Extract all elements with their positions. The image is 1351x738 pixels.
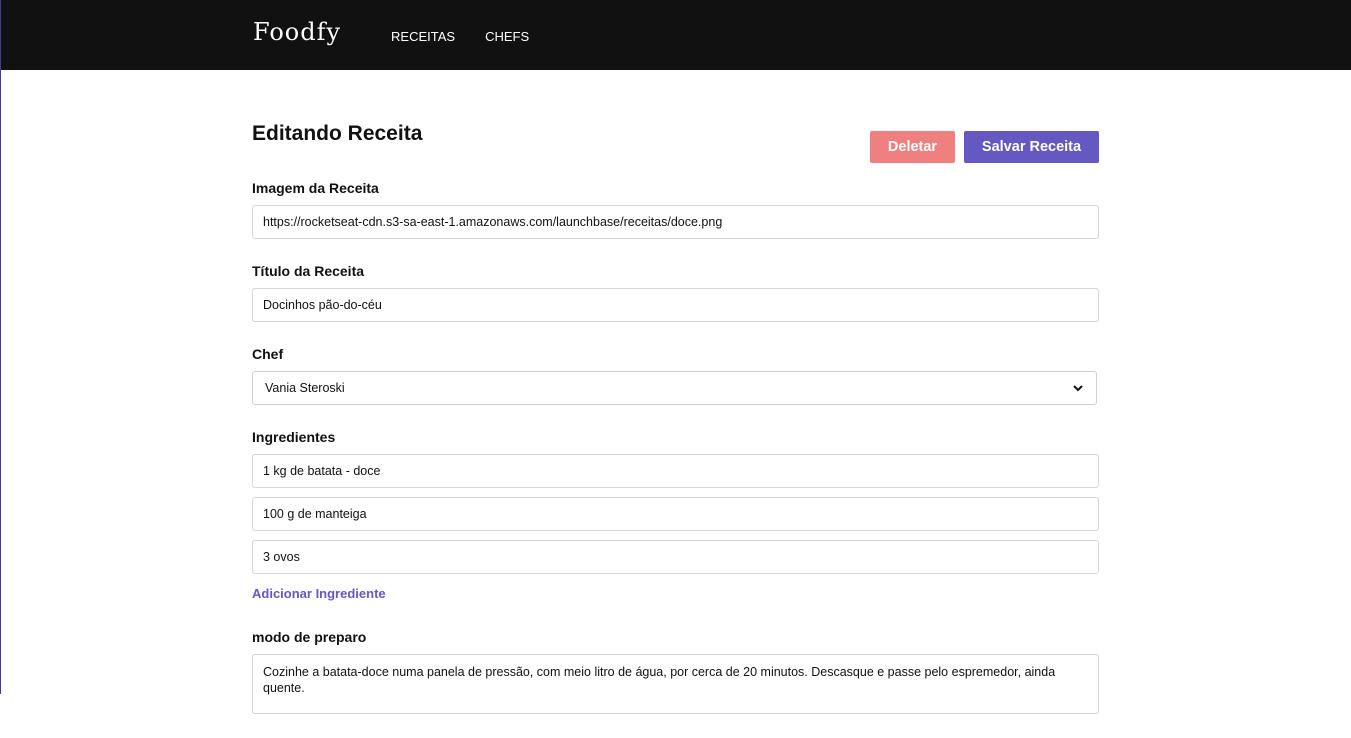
- nav-link-chefs[interactable]: CHEFS: [485, 29, 529, 44]
- title-field-label: Título da Receita: [252, 263, 365, 279]
- image-field-group: Imagem da Receita: [252, 180, 1099, 239]
- ingredient-input[interactable]: [252, 497, 1099, 531]
- chef-field-group: Chef Vania Steroski: [252, 346, 1099, 405]
- header-inner: Foodfy RECEITAS CHEFS: [253, 0, 559, 70]
- ingredient-input[interactable]: [252, 454, 1099, 488]
- page-title: Editando Receita: [252, 122, 423, 145]
- image-url-input[interactable]: [252, 205, 1099, 239]
- edit-recipe-form: Editando Receita Deletar Salvar Receita …: [252, 70, 1099, 738]
- foodfy-logo[interactable]: Foodfy: [253, 18, 341, 46]
- ingredients-field-group: Ingredientes Adicionar Ingrediente: [252, 429, 1099, 603]
- nav-link-receitas[interactable]: RECEITAS: [391, 29, 455, 44]
- save-recipe-button[interactable]: Salvar Receita: [964, 131, 1099, 163]
- prep-field-group: modo de preparo Cozinhe a batata-doce nu…: [252, 629, 1099, 714]
- title-field-group: Título da Receita: [252, 263, 1099, 322]
- main-nav: RECEITAS CHEFS: [391, 29, 559, 44]
- ingredient-input[interactable]: [252, 540, 1099, 574]
- recipe-title-input[interactable]: [252, 288, 1099, 322]
- image-field-label: Imagem da Receita: [252, 180, 379, 196]
- top-header: Foodfy RECEITAS CHEFS: [1, 0, 1351, 70]
- chef-field-label: Chef: [252, 346, 284, 362]
- chef-select[interactable]: Vania Steroski: [252, 371, 1097, 405]
- ingredients-field-label: Ingredientes: [252, 429, 336, 445]
- title-row: Editando Receita Deletar Salvar Receita: [252, 70, 1099, 180]
- delete-button[interactable]: Deletar: [870, 131, 955, 163]
- prep-step-textarea[interactable]: Cozinhe a batata-doce numa panela de pre…: [252, 654, 1099, 714]
- prep-field-label: modo de preparo: [252, 629, 367, 645]
- chef-select-value: Vania Steroski: [265, 381, 345, 395]
- add-ingredient-link[interactable]: Adicionar Ingrediente: [252, 586, 386, 601]
- chevron-down-icon: [1073, 385, 1083, 392]
